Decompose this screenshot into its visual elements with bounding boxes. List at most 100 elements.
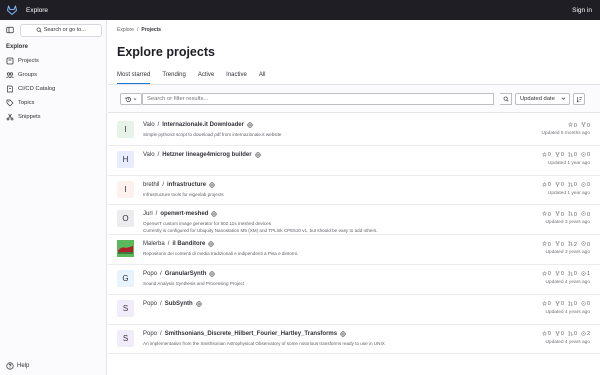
merge-request-icon <box>568 181 573 189</box>
merge-request-count[interactable]: 0 <box>568 300 577 308</box>
project-name-link[interactable]: brethil / infrastructure <box>143 182 215 188</box>
tab-trending[interactable]: Trending <box>162 70 185 84</box>
project-name-link[interactable]: Popo / SubSynth <box>143 301 202 307</box>
merge-request-count[interactable]: 0 <box>568 151 577 159</box>
project-name: GranularSynth <box>164 270 207 277</box>
search-submit-button[interactable] <box>500 93 512 105</box>
project-row[interactable]: Malerba / il Banditore Repositorio dei c… <box>108 235 600 265</box>
path-separator: / <box>155 211 158 218</box>
project-name-link[interactable]: Valo / Hetzner lineage4microg builder <box>143 152 261 158</box>
project-avatar[interactable] <box>117 240 134 258</box>
star-count-value: 0 <box>547 301 551 308</box>
merge-request-count[interactable]: 0 <box>568 181 577 189</box>
merge-request-icon <box>568 241 573 248</box>
fork-count[interactable]: 0 <box>555 241 564 248</box>
search-or-go-to-label: Search or go to... <box>43 27 86 33</box>
star-count[interactable]: 0 <box>542 241 551 248</box>
project-name-link[interactable]: Juri / openwrt-meshed <box>143 211 217 217</box>
project-description-line: An implementation from the Smithsonian A… <box>143 340 385 346</box>
project-name: infrastructure <box>167 181 207 188</box>
tab-most-starred[interactable]: Most starred <box>117 70 151 84</box>
group-icon <box>6 71 14 79</box>
path-separator: / <box>162 181 165 188</box>
globe-icon <box>211 211 217 217</box>
star-count[interactable]: 0 <box>542 181 551 189</box>
project-name-link[interactable]: Popo / GranularSynth <box>143 271 215 277</box>
issue-count[interactable]: 1 <box>581 271 590 278</box>
issue-count[interactable]: 0 <box>581 152 590 159</box>
issue-count[interactable]: 0 <box>581 211 590 218</box>
merge-request-count[interactable]: 0 <box>568 271 577 278</box>
project-name: SubSynth <box>164 300 193 307</box>
project-name: openwrt-meshed <box>160 211 209 218</box>
fork-count[interactable]: 0 <box>555 151 564 159</box>
project-row[interactable]: S Popo / SubSynth 0 0 0 0 Updated 4 year… <box>108 295 600 325</box>
star-count[interactable]: 0 <box>542 271 551 278</box>
star-count[interactable]: 0 <box>542 330 551 338</box>
project-name-link[interactable]: Valo / Internazionale.it Downloader <box>143 122 253 128</box>
fork-count[interactable]: 0 <box>555 271 564 278</box>
updated-time: Updated 4 years ago <box>545 339 590 345</box>
fork-count[interactable]: 0 <box>555 300 564 308</box>
sidebar-toggle-icon[interactable] <box>4 24 16 36</box>
sidebar-item-topics[interactable]: Topics <box>0 96 106 110</box>
project-avatar[interactable]: S <box>117 299 134 317</box>
project-avatar[interactable]: I <box>117 180 134 198</box>
fork-icon <box>555 151 560 159</box>
fork-count[interactable]: 0 <box>555 181 564 189</box>
issue-count[interactable]: 0 <box>581 301 590 308</box>
tab-inactive[interactable]: Inactive <box>226 70 247 84</box>
sort-dropdown[interactable]: Updated date <box>515 93 570 105</box>
main-content: Explore / Projects Explore projects Most… <box>108 20 600 375</box>
issue-count[interactable]: 2 <box>581 330 590 338</box>
help-button[interactable]: Help <box>6 362 29 370</box>
tab-active[interactable]: Active <box>198 70 214 84</box>
merge-request-count[interactable]: 2 <box>568 241 577 248</box>
star-count[interactable]: 0 <box>568 122 577 129</box>
star-count-value: 0 <box>547 211 551 218</box>
project-avatar[interactable]: O <box>117 210 134 228</box>
merge-request-count[interactable]: 0 <box>568 211 577 218</box>
breadcrumb-explore[interactable]: Explore <box>117 27 134 33</box>
project-row[interactable]: O Juri / openwrt-meshed OpenwrT custom i… <box>108 205 600 236</box>
project-namespace: Valo <box>143 151 155 158</box>
star-count-value: 0 <box>547 241 551 248</box>
sidebar-item-projects[interactable]: Projects <box>0 54 106 68</box>
sidebar-item-ci-cd-catalog[interactable]: CI/CD Catalog <box>0 82 106 96</box>
project-name-link[interactable]: Popo / Smithsonians_Discrete_Hilbert_Fou… <box>143 331 346 337</box>
fork-count[interactable]: 0 <box>555 211 564 218</box>
sidebar-item-groups[interactable]: Groups <box>0 68 106 82</box>
tab-all[interactable]: All <box>259 70 266 84</box>
project-avatar[interactable]: S <box>117 329 134 347</box>
project-row[interactable]: G Popo / GranularSynth Sound Analysis Sy… <box>108 265 600 295</box>
merge-request-count[interactable]: 0 <box>568 330 577 338</box>
project-description: OpenwrT custom image generator for 802.1… <box>143 221 378 234</box>
search-or-go-to-button[interactable]: Search or go to... <box>19 23 102 37</box>
project-row[interactable]: H Valo / Hetzner lineage4microg builder … <box>108 146 600 176</box>
project-row[interactable]: I Valo / Internazionale.it Downloader Si… <box>108 116 600 146</box>
project-row[interactable]: I brethil / infrastructure Infrastructur… <box>108 176 600 206</box>
gitlab-logo-icon[interactable] <box>6 4 18 16</box>
search-filter-input[interactable]: Search or filter results... <box>142 93 494 105</box>
sort-direction-button[interactable] <box>573 93 585 105</box>
issue-count[interactable]: 0 <box>581 241 590 248</box>
fork-count[interactable]: 0 <box>581 122 590 129</box>
star-count[interactable]: 0 <box>542 301 551 308</box>
project-avatar[interactable]: I <box>117 121 134 138</box>
merge-request-icon <box>568 211 573 218</box>
recent-searches-button[interactable] <box>120 93 142 105</box>
sidebar-item-snippets[interactable]: Snippets <box>0 110 106 124</box>
fork-count[interactable]: 0 <box>555 330 564 338</box>
project-avatar[interactable]: G <box>117 269 134 287</box>
star-count[interactable]: 0 <box>542 211 551 218</box>
sign-in-link[interactable]: Sign in <box>572 7 592 14</box>
issue-count[interactable]: 0 <box>581 182 590 189</box>
project-name-link[interactable]: Malerba / il Banditore <box>143 241 214 247</box>
project-row[interactable]: S Popo / Smithsonians_Discrete_Hilbert_F… <box>108 325 600 355</box>
project-avatar[interactable]: H <box>117 150 134 168</box>
star-icon <box>568 122 573 129</box>
star-count[interactable]: 0 <box>542 152 551 159</box>
fork-count-value: 0 <box>560 182 564 189</box>
breadcrumb-projects[interactable]: Projects <box>141 27 161 33</box>
star-icon <box>542 181 547 189</box>
